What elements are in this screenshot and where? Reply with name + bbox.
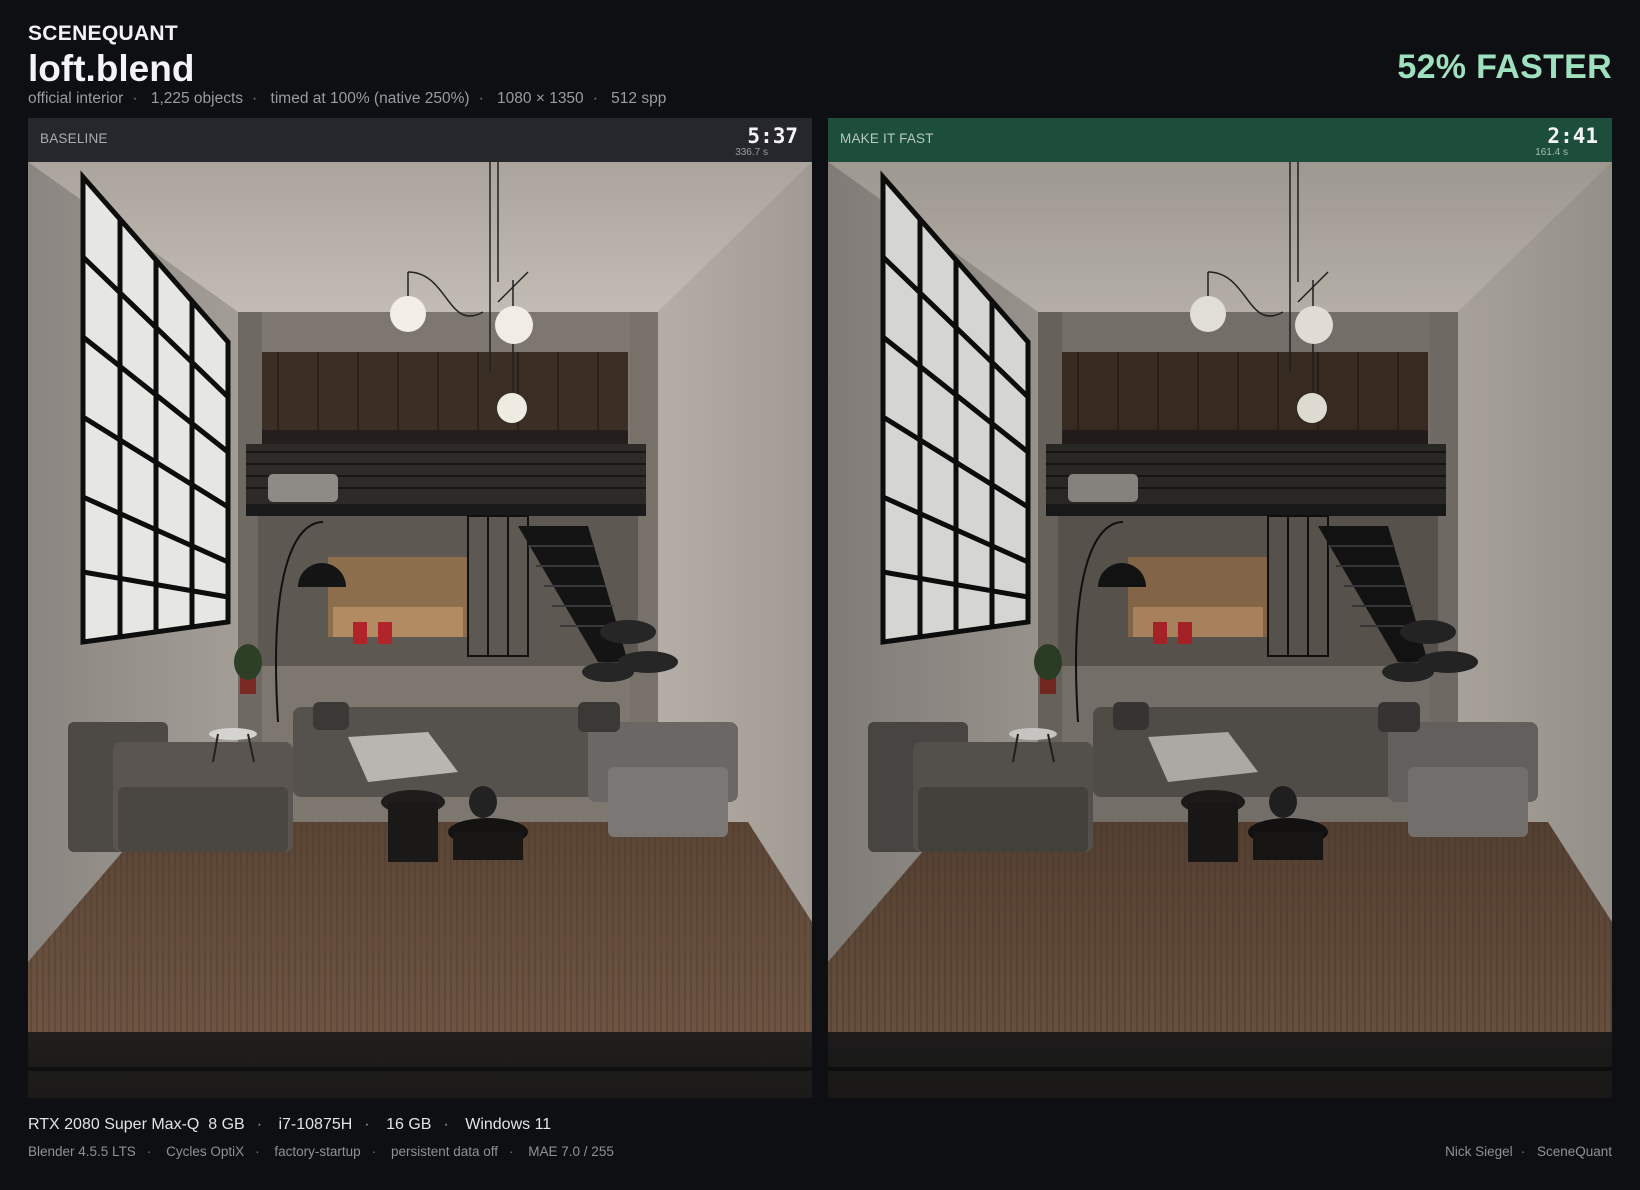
baseline-panel: BASELINE 5:37 336.7 s <box>28 118 812 1098</box>
scene-title: loft.blend <box>28 48 195 89</box>
fast-panel-header: MAKE IT FAST 2:41 161.4 s <box>828 118 1612 162</box>
hardware-specs: RTX 2080 Super Max-Q 8 GB · i7-10875H · 16… <box>28 1116 552 1133</box>
baseline-panel-header: BASELINE 5:37 336.7 s <box>28 118 812 162</box>
meta-samples: 512 spp <box>611 90 667 107</box>
baseline-render-image <box>28 162 812 1098</box>
brand-label: SCENEQUANT <box>28 22 179 45</box>
hw-ram: 16 GB <box>386 1116 432 1133</box>
speedup-badge: 52% FASTER <box>1397 48 1612 86</box>
scene-meta: official interior · 1,225 objects · timed … <box>28 90 667 107</box>
meta-category: official interior <box>28 90 124 107</box>
meta-timing-scale: timed at 100% (native 250%) <box>270 90 470 107</box>
meta-object-count: 1,225 objects <box>150 90 244 107</box>
hw-gpu: RTX 2080 Super Max-Q 8 GB <box>28 1116 245 1133</box>
sw-engine: Cycles OptiX <box>166 1144 245 1159</box>
fast-render-image <box>828 162 1612 1098</box>
fast-seconds: 161.4 s <box>1535 147 1568 158</box>
baseline-label: BASELINE <box>40 131 108 146</box>
sw-blender: Blender 4.5.5 LTS <box>28 1144 136 1159</box>
fast-panel: MAKE IT FAST 2:41 161.4 s <box>828 118 1612 1098</box>
hw-cpu: i7-10875H <box>278 1116 353 1133</box>
fast-time: 2:41 <box>1547 124 1598 148</box>
baseline-time: 5:37 <box>747 124 798 148</box>
meta-resolution: 1080 × 1350 <box>497 90 584 107</box>
sw-startup: factory-startup <box>274 1144 361 1159</box>
baseline-seconds: 336.7 s <box>735 147 768 158</box>
sw-persistent: persistent data off <box>390 1144 499 1159</box>
credit-author: Nick Siegel <box>1445 1144 1513 1159</box>
sw-mae: MAE 7.0 / 255 <box>528 1144 614 1159</box>
software-specs: Blender 4.5.5 LTS · Cycles OptiX · factory… <box>28 1144 614 1159</box>
hw-os: Windows 11 <box>465 1116 552 1133</box>
credit: Nick Siegel · SceneQuant <box>1445 1144 1612 1159</box>
credit-brand: SceneQuant <box>1536 1144 1612 1159</box>
fast-label: MAKE IT FAST <box>840 131 934 146</box>
